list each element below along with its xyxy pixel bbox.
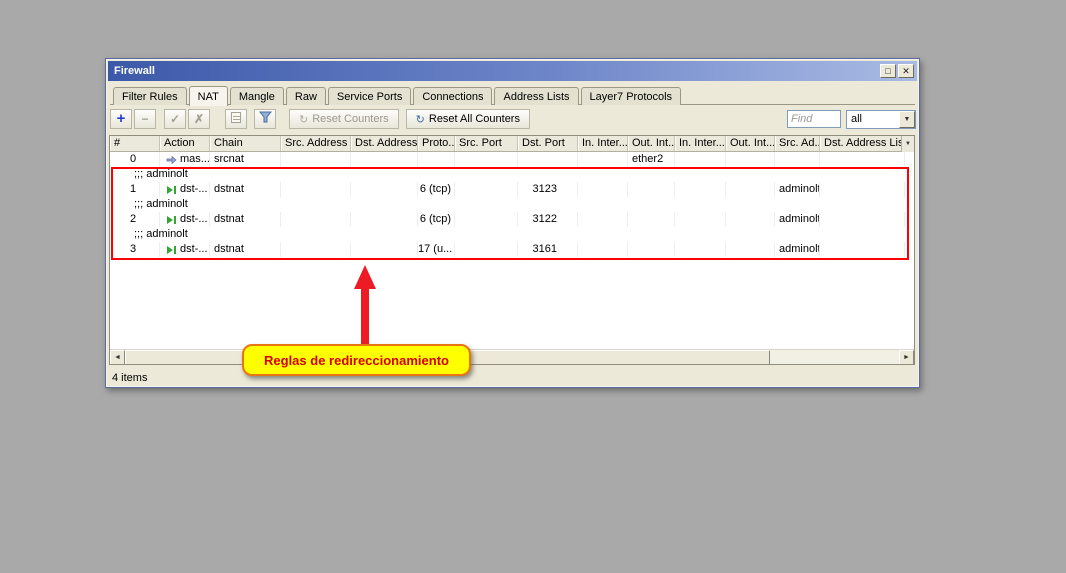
add-button[interactable]: + <box>110 109 132 129</box>
cell-dst_address_list <box>820 152 905 167</box>
window-title: Firewall <box>114 65 880 77</box>
cell-in_inter_2 <box>675 152 726 167</box>
tab-nat[interactable]: NAT <box>189 86 228 106</box>
item-count: 4 items <box>112 372 147 384</box>
enable-button[interactable]: ✓ <box>164 109 186 129</box>
reset-counters-label: Reset Counters <box>312 113 388 125</box>
column-header-dst_port[interactable]: Dst. Port <box>518 136 578 151</box>
filter-scope-select[interactable]: all ▼ <box>846 110 916 129</box>
reset-all-counters-icon: ↻ <box>416 113 425 126</box>
column-header-src_port[interactable]: Src. Port <box>455 136 518 151</box>
tab-mangle[interactable]: Mangle <box>230 87 284 105</box>
annotation-highlight-rect <box>111 167 909 260</box>
column-header-src_ad[interactable]: Src. Ad... <box>775 136 820 151</box>
column-header-out_int_2[interactable]: Out. Int... <box>726 136 775 151</box>
cell-dst_address <box>351 152 418 167</box>
cell-num: 0 <box>110 152 160 167</box>
masquerade-icon <box>166 155 177 165</box>
desktop: Firewall □ ✕ Filter RulesNATMangleRawSer… <box>0 0 1066 573</box>
cell-proto <box>418 152 455 167</box>
cell-out_int_2 <box>726 152 775 167</box>
scroll-right-button[interactable]: ► <box>899 350 914 365</box>
chevron-down-icon: ▼ <box>904 116 911 123</box>
column-header-in_inter_2[interactable]: In. Inter... <box>675 136 726 151</box>
window-controls: □ ✕ <box>880 64 914 78</box>
cell-src_address <box>281 152 351 167</box>
column-header-dst_address[interactable]: Dst. Address <box>351 136 418 151</box>
cell-src_ad <box>775 152 820 167</box>
scroll-right-icon: ► <box>903 354 910 361</box>
tab-bar: Filter RulesNATMangleRawService PortsCon… <box>110 84 915 105</box>
cell-out_int_1: ether2 <box>628 152 675 167</box>
tab-raw[interactable]: Raw <box>286 87 326 105</box>
column-header-proto[interactable]: Proto... <box>418 136 455 151</box>
tab-layer7-protocols[interactable]: Layer7 Protocols <box>581 87 682 105</box>
enable-icon: ✓ <box>170 112 180 126</box>
table-header-row: #ActionChainSrc. AddressDst. AddressProt… <box>110 136 914 152</box>
scroll-left-icon: ◄ <box>114 354 121 361</box>
reset-counters-icon: ↻ <box>299 113 308 126</box>
reset-all-counters-label: Reset All Counters <box>429 113 520 125</box>
titlebar[interactable]: Firewall □ ✕ <box>108 61 917 81</box>
column-header-out_int_1[interactable]: Out. Int... <box>628 136 675 151</box>
cell-dst_port <box>518 152 578 167</box>
column-header-dst_address_list[interactable]: Dst. Address Lis... <box>820 136 905 151</box>
status-bar: 4 items <box>112 372 147 384</box>
comment-button[interactable] <box>225 109 247 129</box>
column-header-in_inter_1[interactable]: In. Inter... <box>578 136 628 151</box>
rule-row-0[interactable]: 0 mas...srcnat ether2 <box>110 152 914 167</box>
maximize-icon: □ <box>885 66 890 76</box>
remove-button[interactable]: − <box>134 109 156 129</box>
callout-text: Reglas de redireccionamiento <box>264 353 449 368</box>
close-button[interactable]: ✕ <box>898 64 914 78</box>
maximize-button[interactable]: □ <box>880 64 896 78</box>
cell-action: mas... <box>160 152 210 167</box>
remove-icon: − <box>141 112 148 126</box>
add-icon: + <box>117 110 126 127</box>
close-icon: ✕ <box>902 66 910 76</box>
find-input[interactable] <box>787 110 841 128</box>
cell-in_inter_1 <box>578 152 628 167</box>
column-header-chain[interactable]: Chain <box>210 136 281 151</box>
cell-src_port <box>455 152 518 167</box>
horizontal-scrollbar[interactable]: ◄ ► <box>110 349 914 364</box>
column-header-src_address[interactable]: Src. Address <box>281 136 351 151</box>
column-selector-button[interactable]: ▼ <box>901 136 914 152</box>
tab-connections[interactable]: Connections <box>413 87 492 105</box>
toolbar: + − ✓ ✗ ↻ Reset Counters ↻ Reset All Cou… <box>110 107 916 131</box>
column-header-num[interactable]: # <box>110 136 160 151</box>
disable-icon: ✗ <box>194 112 204 126</box>
annotation-callout: Reglas de redireccionamiento <box>242 344 471 376</box>
filter-icon <box>259 111 272 123</box>
cell-chain: srcnat <box>210 152 281 167</box>
tab-filter-rules[interactable]: Filter Rules <box>113 87 187 105</box>
disable-button[interactable]: ✗ <box>188 109 210 129</box>
action-label: mas... <box>180 152 210 167</box>
reset-counters-button[interactable]: ↻ Reset Counters <box>289 109 399 129</box>
reset-all-counters-button[interactable]: ↻ Reset All Counters <box>406 109 530 129</box>
tab-address-lists[interactable]: Address Lists <box>494 87 578 105</box>
filter-scope-dropdown-button[interactable]: ▼ <box>899 111 915 128</box>
tab-service-ports[interactable]: Service Ports <box>328 87 411 105</box>
filter-scope-value: all <box>847 111 899 128</box>
comment-icon <box>231 112 241 123</box>
annotation-arrow <box>340 262 390 348</box>
filter-button[interactable] <box>254 109 276 129</box>
scroll-left-button[interactable]: ◄ <box>110 350 125 365</box>
column-header-action[interactable]: Action <box>160 136 210 151</box>
chevron-down-icon: ▼ <box>905 141 911 147</box>
